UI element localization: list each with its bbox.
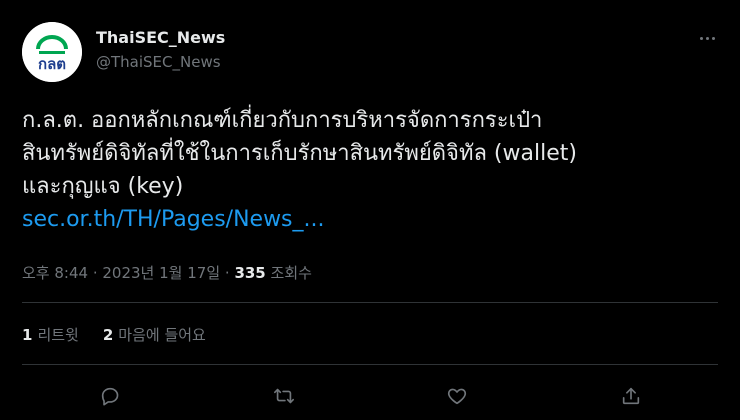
- tweet-link[interactable]: sec.or.th/TH/Pages/News_...: [22, 203, 722, 236]
- share-icon: [622, 387, 640, 405]
- like-button[interactable]: [443, 382, 471, 410]
- meta-separator: ·: [88, 264, 103, 282]
- tweet-date[interactable]: 2023년 1월 17일: [102, 264, 220, 282]
- avatar-text: กลต: [38, 55, 66, 73]
- meta-separator: ·: [220, 264, 235, 282]
- retweets-count: 1: [22, 326, 33, 344]
- tweet-stats: 1 리트윗 2 마음에 들어요: [22, 324, 206, 345]
- avatar[interactable]: กลต: [22, 22, 82, 82]
- tweet-text-line: สินทรัพย์ดิจิทัลที่ใช้ในการเก็บรักษาสินท…: [22, 141, 577, 166]
- likes-label: 마음에 들어요: [118, 326, 206, 344]
- reply-icon: [101, 387, 119, 406]
- tweet-meta: 오후 8:44 · 2023년 1월 17일 · 335 조회수: [22, 262, 312, 283]
- tweet-text-line: ก.ล.ต. ออกหลักเกณฑ์เกี่ยวกับการบริหารจัด…: [22, 108, 543, 133]
- heart-icon: [447, 388, 467, 405]
- views-label: 조회수: [270, 264, 312, 282]
- tweet-text-line: และกุญแจ (key): [22, 174, 184, 199]
- more-dot: [705, 36, 709, 40]
- likes-count: 2: [102, 326, 114, 344]
- retweets-stat[interactable]: 1 리트윗: [22, 324, 79, 345]
- likes-stat[interactable]: 2 마음에 들어요: [103, 324, 206, 345]
- more-dot: [711, 36, 715, 40]
- tweet-card: กลต ThaiSEC_News @ThaiSEC_News ก.ล.ต. ออ…: [0, 0, 740, 420]
- share-button[interactable]: [617, 382, 645, 410]
- divider: [22, 364, 718, 365]
- sec-thailand-logo-icon: กลต: [22, 22, 82, 82]
- tweet-text: ก.ล.ต. ออกหลักเกณฑ์เกี่ยวกับการบริหารจัด…: [22, 104, 722, 236]
- display-name[interactable]: ThaiSEC_News: [96, 28, 225, 47]
- retweets-label: 리트윗: [37, 326, 79, 344]
- divider: [22, 302, 718, 303]
- retweet-icon: [274, 388, 294, 404]
- tweet-time[interactable]: 오후 8:44: [22, 264, 88, 282]
- reply-button[interactable]: [96, 382, 124, 410]
- more-options-button[interactable]: [694, 26, 720, 50]
- views-count: 335: [234, 264, 266, 282]
- retweet-button[interactable]: [270, 382, 298, 410]
- account-handle[interactable]: @ThaiSEC_News: [96, 53, 221, 71]
- more-dots-icon: [699, 36, 703, 40]
